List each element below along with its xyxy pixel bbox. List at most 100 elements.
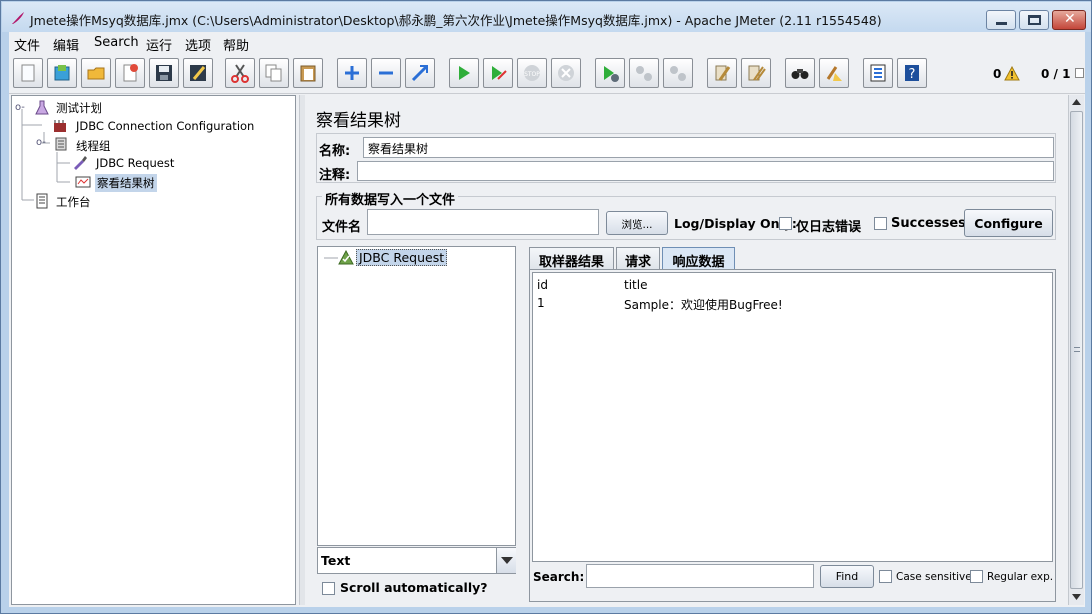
vertical-scrollbar[interactable] — [1068, 95, 1084, 605]
thread-count: 0 / 1 — [1041, 67, 1071, 81]
scroll-thumb[interactable] — [1070, 111, 1083, 589]
save-button[interactable] — [149, 58, 179, 88]
errors-checkbox[interactable] — [779, 217, 792, 230]
clear-all-button[interactable] — [741, 58, 771, 88]
results-tree-panel: 察看结果树 名称: 察看结果树 注释: 所有数据写入一个文件 文件名 浏览...… — [309, 95, 1067, 605]
scroll-up-icon[interactable] — [1072, 99, 1081, 105]
configure-button[interactable]: Configure — [964, 209, 1053, 237]
response-cell-id: 1 — [537, 296, 545, 310]
maximize-button[interactable] — [1019, 10, 1049, 30]
results-tree-icon — [75, 176, 91, 188]
name-comment-box: 名称: 察看结果树 注释: — [316, 133, 1056, 183]
minimize-button[interactable] — [986, 10, 1016, 30]
menu-options[interactable]: 选项 — [185, 35, 211, 54]
stop-button[interactable]: STOP — [517, 58, 547, 88]
menu-help[interactable]: 帮助 — [223, 35, 249, 54]
comment-field[interactable] — [357, 161, 1054, 181]
maximize-icon — [1028, 15, 1041, 25]
copy-button[interactable] — [259, 58, 289, 88]
renderer-select[interactable]: Text — [317, 547, 516, 574]
search-input[interactable] — [586, 564, 814, 588]
new-button[interactable] — [13, 58, 43, 88]
search-button[interactable] — [785, 58, 815, 88]
shutdown-button[interactable] — [551, 58, 581, 88]
success-sample-icon — [338, 250, 354, 265]
app-window: Jmete操作Msyq数据库.jmx (C:\Users\Administrat… — [0, 0, 1092, 614]
tree-item-jdbc-config[interactable]: JDBC Connection Configuration — [76, 119, 254, 133]
tree-item-jdbc-request[interactable]: JDBC Request — [96, 156, 174, 170]
tab-request[interactable]: 请求 — [616, 247, 660, 270]
clear-button[interactable] — [707, 58, 737, 88]
close-file-button[interactable] — [115, 58, 145, 88]
stop-icon: STOP — [524, 65, 540, 81]
successes-checkbox[interactable] — [874, 217, 887, 230]
expand-toggle-icon[interactable]: o- — [15, 102, 25, 113]
tree-line — [324, 257, 338, 259]
remote-start-button[interactable] — [595, 58, 625, 88]
cut-button[interactable] — [225, 58, 255, 88]
find-button[interactable]: Find — [820, 565, 874, 588]
tree-item-workbench[interactable]: 工作台 — [56, 194, 91, 210]
regex-checkbox[interactable] — [970, 570, 983, 583]
workbench-icon — [36, 193, 48, 209]
open-icon — [87, 67, 105, 80]
write-to-file-group: 所有数据写入一个文件 文件名 浏览... Log/Display Only: 仅… — [316, 189, 1056, 240]
tree-item-test-plan[interactable]: 测试计划 — [56, 100, 102, 116]
jmeter-feather-icon — [12, 12, 24, 24]
save-icon — [156, 65, 172, 81]
start-icon — [459, 66, 470, 80]
paste-button[interactable] — [293, 58, 323, 88]
case-sensitive-label: Case sensitive — [896, 571, 972, 583]
help-button[interactable]: ? — [897, 58, 927, 88]
panel-splitter[interactable] — [299, 95, 305, 605]
menu-bar: 文件 编辑 Search 运行 选项 帮助 — [9, 32, 1085, 54]
expand-button[interactable] — [337, 58, 367, 88]
remote-stop-icon — [636, 66, 652, 81]
name-field[interactable]: 察看结果树 — [363, 137, 1054, 158]
toggle-button[interactable] — [405, 58, 435, 88]
response-header-title: title — [624, 278, 648, 292]
save-as-icon — [190, 65, 206, 81]
response-cell-title: Sample：欢迎使用BugFree! — [624, 298, 783, 312]
warning-icon[interactable] — [1004, 66, 1020, 81]
regex-label: Regular exp. — [987, 571, 1054, 583]
tab-response-data[interactable]: 响应数据 — [662, 247, 735, 270]
result-node-jdbc-request[interactable]: JDBC Request — [356, 249, 448, 266]
menu-run[interactable]: 运行 — [146, 35, 172, 54]
open-button[interactable] — [81, 58, 111, 88]
window-title: Jmete操作Msyq数据库.jmx (C:\Users\Administrat… — [30, 13, 882, 28]
scroll-auto-checkbox[interactable] — [322, 582, 335, 595]
tab-sampler-result[interactable]: 取样器结果 — [529, 247, 614, 270]
reset-search-button[interactable] — [819, 58, 849, 88]
test-plan-tree: o- 测试计划 JDBC Connection Configuration o-… — [11, 95, 296, 605]
start-no-pause-button[interactable] — [483, 58, 513, 88]
sample-result-tree: JDBC Request — [317, 246, 516, 546]
remote-stop-button[interactable] — [629, 58, 659, 88]
collapse-button[interactable] — [371, 58, 401, 88]
thread-group-icon — [55, 137, 67, 151]
save-as-button[interactable] — [183, 58, 213, 88]
start-button[interactable] — [449, 58, 479, 88]
close-window-button[interactable]: ✕ — [1052, 10, 1086, 30]
browse-button[interactable]: 浏览... — [606, 211, 668, 235]
grip-icon — [1074, 347, 1080, 352]
case-sensitive-checkbox[interactable] — [879, 570, 892, 583]
menu-edit[interactable]: 编辑 — [53, 35, 79, 54]
templates-button[interactable] — [47, 58, 77, 88]
tree-item-view-results-tree[interactable]: 察看结果树 — [95, 174, 157, 192]
filename-field[interactable] — [367, 209, 599, 235]
scroll-down-icon[interactable] — [1072, 594, 1081, 600]
function-helper-button[interactable] — [863, 58, 893, 88]
search-icon — [791, 69, 809, 79]
comment-label: 注释: — [319, 168, 351, 183]
tab-content: id title 1 Sample：欢迎使用BugFree! Search: F… — [529, 269, 1056, 602]
toolbar: STOP ? 0 0 / 1 — [9, 54, 1085, 94]
dropdown-button[interactable] — [496, 548, 516, 573]
menu-search[interactable]: Search — [94, 35, 139, 50]
remote-shutdown-button[interactable] — [663, 58, 693, 88]
toggle-icon — [411, 64, 429, 82]
expand-toggle-icon[interactable]: o- — [36, 137, 46, 148]
close-file-icon — [123, 64, 138, 82]
tree-item-thread-group[interactable]: 线程组 — [76, 138, 111, 154]
menu-file[interactable]: 文件 — [14, 35, 40, 54]
